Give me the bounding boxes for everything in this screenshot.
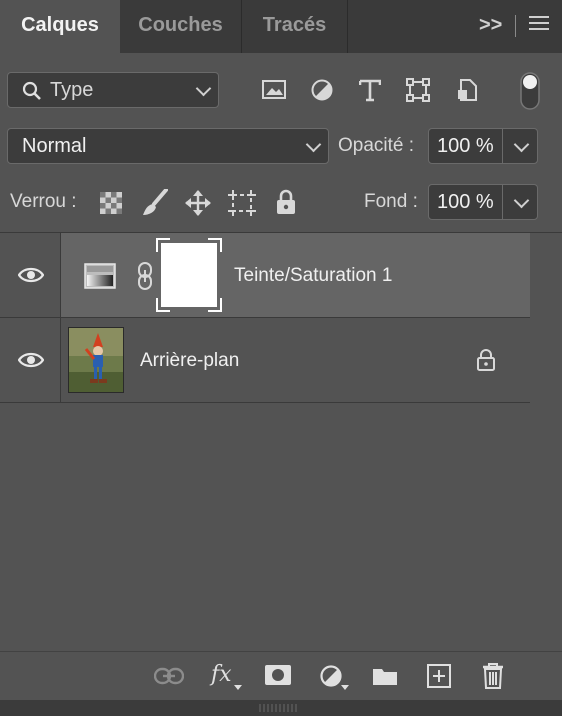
hue-saturation-adjustment-icon [84, 263, 116, 289]
filter-type-value: Type [50, 79, 94, 101]
resize-grip[interactable] [0, 700, 562, 716]
filter-toggle-icon[interactable] [520, 72, 540, 110]
visibility-toggle[interactable] [0, 318, 61, 402]
divider [502, 185, 503, 219]
chevron-down-icon[interactable] [513, 192, 530, 209]
smart-object-filter-icon[interactable] [456, 78, 478, 102]
fx-icon[interactable]: fx [211, 662, 232, 687]
new-adjustment-icon[interactable] [319, 664, 343, 688]
opacity-label: Opacité : [338, 135, 415, 156]
tab-calques[interactable]: Calques [0, 0, 120, 53]
opacity-field[interactable]: 100 % [428, 128, 538, 164]
divider [515, 15, 516, 37]
tab-traces[interactable]: Tracés [242, 0, 348, 53]
new-layer-icon[interactable] [427, 664, 451, 688]
lock-artboard-icon[interactable] [228, 190, 256, 216]
layer-row-hue-saturation[interactable]: Teinte/Saturation 1 [0, 233, 530, 318]
eye-icon[interactable] [18, 351, 44, 369]
opacity-value[interactable]: 100 % [437, 135, 494, 158]
eye-icon[interactable] [18, 266, 44, 284]
lock-transparency-icon[interactable] [100, 192, 122, 214]
link-layers-icon[interactable] [154, 667, 184, 685]
layers-toolbar: fx [0, 651, 562, 700]
add-mask-icon[interactable] [265, 665, 291, 685]
lock-icon [477, 349, 495, 371]
search-icon [22, 81, 41, 100]
tab-couches[interactable]: Couches [120, 0, 242, 53]
expand-panels-button[interactable]: >> [479, 14, 502, 37]
layer-mask-thumbnail[interactable] [156, 238, 222, 312]
filter-type-select[interactable]: Type [7, 72, 219, 108]
fill-field[interactable]: 100 % [428, 184, 538, 220]
fill-label: Fond : [364, 191, 418, 212]
image-filter-icon[interactable] [262, 79, 286, 101]
blend-mode-value: Normal [22, 135, 87, 157]
layer-name[interactable]: Teinte/Saturation 1 [234, 265, 392, 287]
divider [502, 129, 503, 163]
layer-name[interactable]: Arrière-plan [140, 350, 239, 372]
mask-link-icon[interactable] [136, 261, 154, 291]
chevron-down-icon [305, 136, 322, 153]
lock-pixels-icon[interactable] [142, 189, 168, 217]
blend-mode-select[interactable]: Normal [7, 128, 329, 164]
chevron-down-icon[interactable] [513, 136, 530, 153]
panel-tabs: Calques Couches Tracés >> [0, 0, 562, 53]
layer-thumbnail[interactable] [68, 327, 124, 393]
type-filter-icon[interactable] [359, 78, 381, 102]
lock-all-icon[interactable] [276, 189, 296, 215]
lock-label: Verrou : [10, 191, 77, 212]
new-group-icon[interactable] [372, 666, 398, 686]
hamburger-icon[interactable] [529, 16, 549, 34]
grip-icon [259, 704, 297, 712]
delete-layer-icon[interactable] [482, 663, 504, 689]
adjustment-filter-icon[interactable] [310, 78, 334, 102]
visibility-toggle[interactable] [0, 233, 61, 317]
shape-filter-icon[interactable] [406, 78, 430, 102]
fx-menu-arrow [234, 685, 242, 690]
layer-row-background[interactable]: Arrière-plan [0, 318, 530, 403]
lock-position-icon[interactable] [185, 190, 211, 216]
chevron-down-icon [195, 80, 212, 97]
adjustment-menu-arrow [341, 685, 349, 690]
fill-value[interactable]: 100 % [437, 191, 494, 214]
